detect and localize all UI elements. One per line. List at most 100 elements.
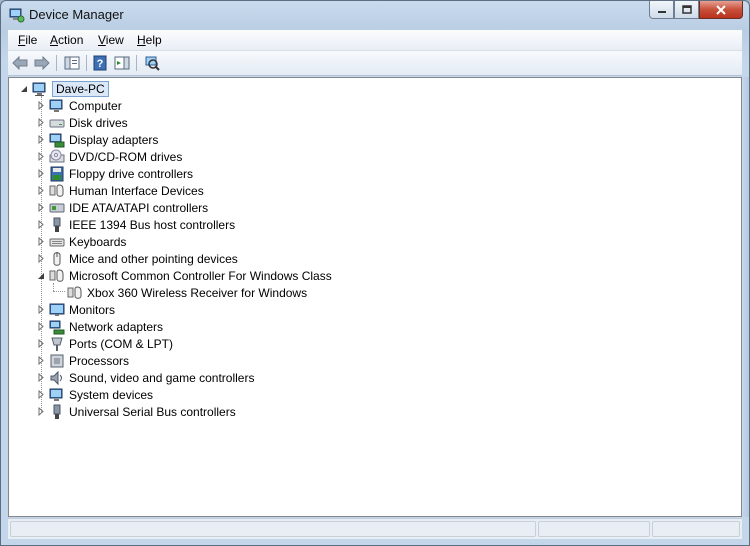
tree-device[interactable]: Xbox 360 Wireless Receiver for Windows bbox=[67, 284, 307, 301]
tree-category[interactable]: DVD/CD-ROM drives bbox=[37, 148, 182, 165]
collapsed-arrow-icon[interactable] bbox=[37, 118, 46, 127]
tree-category-label: Microsoft Common Controller For Windows … bbox=[69, 268, 332, 283]
menu-file[interactable]: File bbox=[18, 33, 37, 47]
back-button[interactable] bbox=[10, 54, 30, 72]
forward-button[interactable] bbox=[32, 54, 52, 72]
forward-icon bbox=[34, 56, 50, 70]
port-icon bbox=[51, 337, 63, 351]
collapsed-arrow-icon[interactable] bbox=[37, 152, 46, 161]
tree-device-label: Xbox 360 Wireless Receiver for Windows bbox=[87, 285, 308, 300]
maximize-button[interactable] bbox=[674, 1, 699, 19]
collapsed-arrow-icon[interactable] bbox=[37, 101, 46, 110]
collapsed-arrow-icon[interactable] bbox=[37, 390, 46, 399]
collapsed-arrow-icon[interactable] bbox=[37, 203, 46, 212]
tree-category[interactable]: Floppy drive controllers bbox=[37, 165, 193, 182]
collapsed-arrow-icon[interactable] bbox=[37, 186, 46, 195]
tree-category-label: DVD/CD-ROM drives bbox=[69, 149, 183, 164]
tree-category[interactable]: Display adapters bbox=[37, 131, 158, 148]
tree-category[interactable]: System devices bbox=[37, 386, 153, 403]
help-button[interactable]: ? bbox=[90, 54, 110, 72]
tree-category[interactable]: Microsoft Common Controller For Windows … bbox=[37, 267, 332, 284]
tree-category-label: Computer bbox=[69, 98, 122, 113]
system-device-icon bbox=[49, 388, 63, 401]
menu-action-accel: A bbox=[50, 33, 59, 47]
tree-category[interactable]: Mice and other pointing devices bbox=[37, 250, 238, 267]
toolbar-separator bbox=[56, 55, 57, 71]
collapsed-arrow-icon[interactable] bbox=[37, 339, 46, 348]
tree-category[interactable]: Universal Serial Bus controllers bbox=[37, 403, 236, 420]
tree-category[interactable]: Processors bbox=[37, 352, 129, 369]
collapsed-arrow-icon[interactable] bbox=[37, 373, 46, 382]
tree-category-label: Mice and other pointing devices bbox=[69, 251, 238, 266]
device-manager-window: Device Manager File Action View Help ? D… bbox=[0, 0, 750, 546]
collapsed-arrow-icon[interactable] bbox=[37, 322, 46, 331]
toolbar: ? bbox=[8, 51, 742, 76]
hid-icon bbox=[49, 183, 64, 197]
minimize-icon bbox=[657, 10, 666, 13]
tree-category[interactable]: Network adapters bbox=[37, 318, 163, 335]
collapsed-arrow-icon[interactable] bbox=[37, 254, 46, 263]
status-pane-2 bbox=[538, 521, 650, 537]
dvd-drive-icon bbox=[49, 149, 65, 162]
collapsed-arrow-icon[interactable] bbox=[37, 407, 46, 416]
mouse-icon bbox=[53, 251, 61, 266]
expanded-arrow-icon bbox=[21, 86, 27, 92]
tree-category[interactable]: IEEE 1394 Bus host controllers bbox=[37, 216, 235, 233]
monitor-icon bbox=[49, 303, 65, 316]
scan-hardware-button[interactable] bbox=[142, 54, 162, 72]
floppy-controller-icon bbox=[50, 166, 64, 181]
expanded-arrow-icon[interactable] bbox=[37, 271, 46, 280]
tree-root[interactable]: Dave-PC bbox=[20, 80, 109, 97]
tree-category-label: Keyboards bbox=[69, 234, 127, 249]
menu-view-label: iew bbox=[105, 33, 124, 47]
collapsed-arrow-icon[interactable] bbox=[37, 356, 46, 365]
scan-hardware-icon bbox=[145, 56, 160, 71]
tree-category[interactable]: Computer bbox=[37, 97, 122, 114]
sound-icon bbox=[50, 370, 62, 385]
menu-bar: File Action View Help bbox=[8, 30, 742, 51]
network-adapter-icon bbox=[49, 320, 65, 334]
help-icon: ? bbox=[93, 55, 107, 71]
collapsed-arrow-icon[interactable] bbox=[37, 169, 46, 178]
close-button[interactable] bbox=[699, 1, 743, 19]
collapsed-arrow-icon[interactable] bbox=[37, 135, 46, 144]
console-tree-icon bbox=[64, 56, 80, 70]
show-hide-console-tree-button[interactable] bbox=[62, 54, 82, 72]
tree-category[interactable]: Disk drives bbox=[37, 114, 128, 131]
menu-view-accel: V bbox=[98, 33, 106, 47]
tree-category-label: Floppy drive controllers bbox=[69, 166, 194, 181]
tree-category[interactable]: IDE ATA/ATAPI controllers bbox=[37, 199, 208, 216]
caption-buttons bbox=[649, 1, 743, 20]
collapsed-arrow-icon[interactable] bbox=[37, 220, 46, 229]
svg-text:?: ? bbox=[97, 58, 104, 70]
tree-category-label: IEEE 1394 Bus host controllers bbox=[69, 217, 236, 232]
collapsed-arrow-icon[interactable] bbox=[37, 237, 46, 246]
action-pane-button[interactable] bbox=[112, 54, 132, 72]
tree-category-label: Human Interface Devices bbox=[69, 183, 204, 198]
controller-class-icon bbox=[49, 268, 64, 282]
minimize-button[interactable] bbox=[649, 1, 674, 19]
tree-category-label: Ports (COM & LPT) bbox=[69, 336, 174, 351]
close-icon bbox=[716, 4, 726, 15]
device-tree[interactable]: Dave-PC Computer Disk drives Display adapt… bbox=[8, 77, 742, 517]
tree-category-label: Processors bbox=[69, 353, 130, 368]
maximize-icon bbox=[681, 5, 692, 14]
tree-category[interactable]: Monitors bbox=[37, 301, 115, 318]
menu-help-label: elp bbox=[145, 33, 162, 47]
tree-category-label: Universal Serial Bus controllers bbox=[69, 404, 236, 419]
tree-category-label: Network adapters bbox=[69, 319, 164, 334]
tree-category-label: IDE ATA/ATAPI controllers bbox=[69, 200, 209, 215]
tree-category[interactable]: Sound, video and game controllers bbox=[37, 369, 254, 386]
tree-category-label: Display adapters bbox=[69, 132, 159, 147]
tree-category[interactable]: Human Interface Devices bbox=[37, 182, 204, 199]
toolbar-separator bbox=[86, 55, 87, 71]
title-bar[interactable]: Device Manager bbox=[1, 1, 749, 29]
tree-category[interactable]: Keyboards bbox=[37, 233, 126, 250]
tree-connector bbox=[53, 283, 54, 291]
tree-category[interactable]: Ports (COM & LPT) bbox=[37, 335, 173, 352]
menu-view[interactable]: View bbox=[98, 33, 124, 47]
collapsed-arrow-icon[interactable] bbox=[37, 305, 46, 314]
root-label: Dave-PC bbox=[52, 80, 109, 97]
menu-help[interactable]: Help bbox=[137, 33, 162, 47]
menu-action[interactable]: Action bbox=[50, 33, 83, 47]
